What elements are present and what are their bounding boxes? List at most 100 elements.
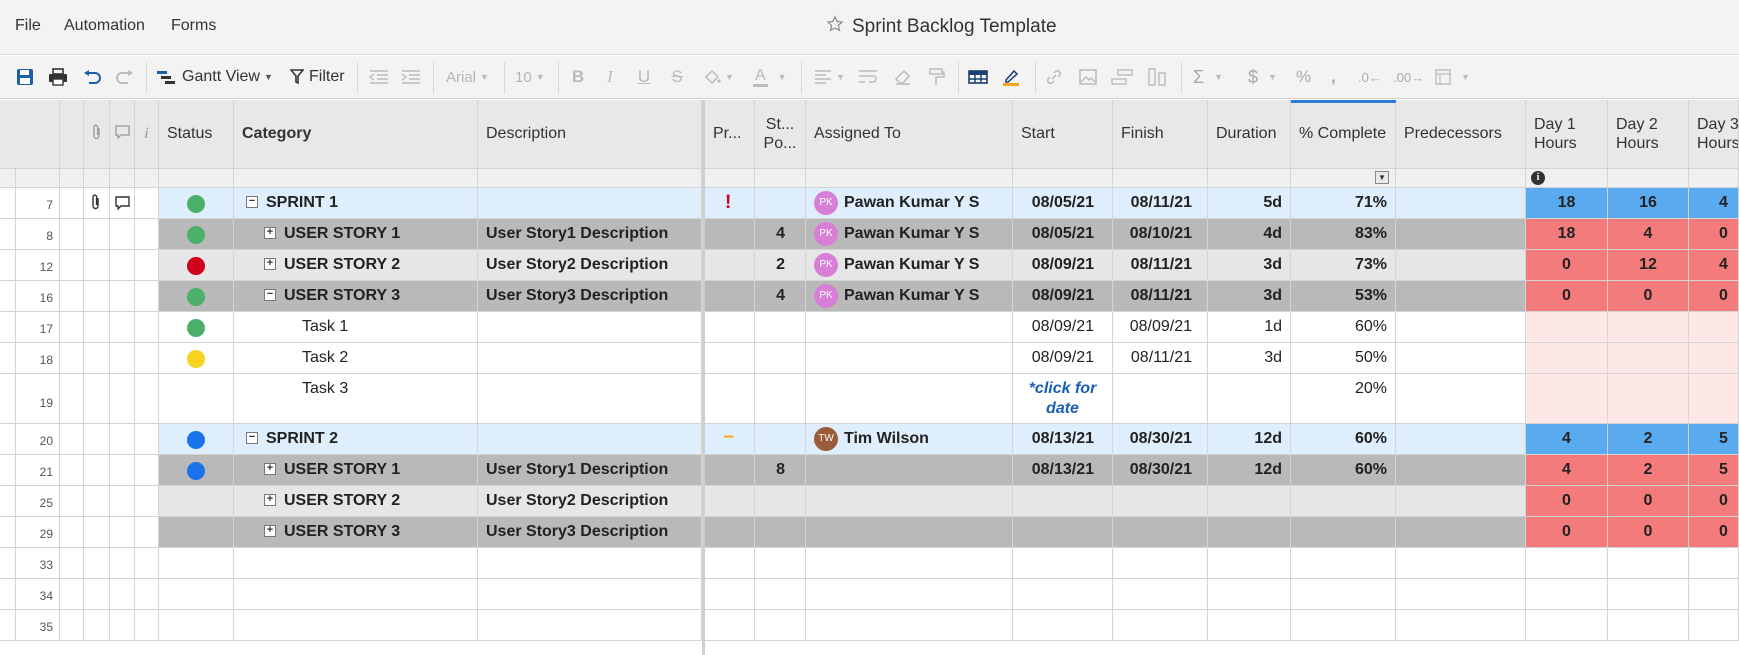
assigned-to-cell[interactable] xyxy=(806,455,1013,486)
predecessors-cell[interactable] xyxy=(1396,219,1526,250)
priority-cell[interactable] xyxy=(705,610,755,641)
attachment-cell[interactable] xyxy=(84,188,110,219)
filter-dropdown-icon[interactable]: ▼ xyxy=(1375,171,1389,184)
attachment-cell[interactable] xyxy=(84,250,110,281)
day2-hours-cell[interactable] xyxy=(1608,343,1689,374)
start-date-cell[interactable]: 08/09/21 xyxy=(1013,343,1113,374)
duration-cell[interactable]: 3d xyxy=(1208,250,1291,281)
day2-hours-cell[interactable]: 0 xyxy=(1608,281,1689,312)
predecessors-cell[interactable] xyxy=(1396,312,1526,343)
row-drag-handle[interactable] xyxy=(0,579,16,610)
predecessors-cell[interactable] xyxy=(1396,188,1526,219)
gantt-view-button[interactable]: Gantt View ▼ xyxy=(156,66,273,88)
filter-cell[interactable]: i xyxy=(1526,169,1608,188)
predecessors-cell[interactable] xyxy=(1396,374,1526,424)
collapse-icon[interactable]: − xyxy=(246,196,258,208)
duration-cell[interactable] xyxy=(1208,579,1291,610)
percent-complete-cell[interactable]: 73% xyxy=(1291,250,1396,281)
status-cell[interactable] xyxy=(159,343,234,374)
day2-hours-cell[interactable]: 0 xyxy=(1608,517,1689,548)
category-cell[interactable]: − SPRINT 1 xyxy=(234,188,478,219)
status-indicator[interactable] xyxy=(187,226,205,244)
column-header-day1-hours[interactable]: Day 1 Hours xyxy=(1526,100,1608,169)
link-icon[interactable] xyxy=(1043,66,1065,88)
italic-icon[interactable]: I xyxy=(601,66,619,88)
sum-icon[interactable]: Σ ▼ xyxy=(1193,66,1223,88)
click-for-date-link-line2[interactable]: date xyxy=(1013,399,1112,419)
description-cell[interactable] xyxy=(478,424,702,455)
duration-cell[interactable] xyxy=(1208,374,1291,424)
bold-icon[interactable]: B xyxy=(569,66,587,88)
collapse-icon[interactable]: − xyxy=(246,432,258,444)
day1-hours-cell[interactable]: 18 xyxy=(1526,219,1608,250)
description-cell[interactable] xyxy=(478,343,702,374)
category-cell[interactable]: + USER STORY 1 xyxy=(234,219,478,250)
description-cell[interactable] xyxy=(478,188,702,219)
comment-cell[interactable] xyxy=(110,610,135,641)
finish-date-cell[interactable] xyxy=(1113,548,1208,579)
duration-cell[interactable] xyxy=(1208,610,1291,641)
day1-hours-cell[interactable]: 0 xyxy=(1526,517,1608,548)
row-drag-handle[interactable] xyxy=(0,610,16,641)
column-header-status[interactable]: Status xyxy=(159,100,234,169)
increase-decimal-icon[interactable]: .00→ xyxy=(1393,66,1424,88)
column-header-duration[interactable]: Duration xyxy=(1208,100,1291,169)
start-date-cell[interactable] xyxy=(1013,486,1113,517)
start-date-cell[interactable]: 08/13/21 xyxy=(1013,424,1113,455)
assigned-to-cell[interactable] xyxy=(806,486,1013,517)
story-points-cell[interactable] xyxy=(755,579,806,610)
duration-cell[interactable]: 3d xyxy=(1208,281,1291,312)
font-family-select[interactable]: Arial ▼ xyxy=(446,66,489,88)
finish-date-cell[interactable]: 08/11/21 xyxy=(1113,343,1208,374)
info-icon[interactable]: i xyxy=(1531,171,1545,185)
insert-col-icon[interactable] xyxy=(1146,66,1168,88)
filter-cell[interactable] xyxy=(60,169,84,188)
description-cell[interactable]: User Story1 Description xyxy=(478,455,702,486)
percent-complete-cell[interactable]: 60% xyxy=(1291,424,1396,455)
row-drag-handle[interactable] xyxy=(0,312,16,343)
status-cell[interactable] xyxy=(159,455,234,486)
comment-cell[interactable] xyxy=(110,455,135,486)
column-header-day3-hours[interactable]: Day 3 Hours xyxy=(1689,100,1739,169)
expand-icon[interactable]: + xyxy=(264,525,276,537)
day1-hours-cell[interactable] xyxy=(1526,610,1608,641)
status-cell[interactable] xyxy=(159,374,234,424)
attachment-cell[interactable] xyxy=(84,281,110,312)
format-painter-icon[interactable] xyxy=(925,66,947,88)
filter-cell[interactable] xyxy=(705,169,755,188)
day1-hours-cell[interactable] xyxy=(1526,548,1608,579)
comment-cell[interactable] xyxy=(110,374,135,424)
filter-cell[interactable]: ▼ xyxy=(1291,169,1396,188)
finish-date-cell[interactable] xyxy=(1113,579,1208,610)
filter-cell[interactable] xyxy=(0,169,16,188)
day2-hours-cell[interactable] xyxy=(1608,579,1689,610)
comment-cell[interactable] xyxy=(110,312,135,343)
assigned-to-cell[interactable] xyxy=(806,548,1013,579)
start-date-cell[interactable]: 08/09/21 xyxy=(1013,250,1113,281)
day1-hours-cell[interactable]: 4 xyxy=(1526,424,1608,455)
start-date-cell[interactable]: 08/05/21 xyxy=(1013,219,1113,250)
day2-hours-cell[interactable]: 2 xyxy=(1608,424,1689,455)
start-date-cell[interactable]: 08/05/21 xyxy=(1013,188,1113,219)
status-indicator[interactable] xyxy=(187,350,205,368)
story-points-cell[interactable] xyxy=(755,343,806,374)
story-points-cell[interactable] xyxy=(755,312,806,343)
category-cell[interactable]: − SPRINT 2 xyxy=(234,424,478,455)
day1-hours-cell[interactable] xyxy=(1526,374,1608,424)
description-cell[interactable]: User Story2 Description xyxy=(478,250,702,281)
predecessors-cell[interactable] xyxy=(1396,579,1526,610)
filter-cell[interactable] xyxy=(159,169,234,188)
finish-date-cell[interactable] xyxy=(1113,517,1208,548)
status-cell[interactable] xyxy=(159,312,234,343)
column-header-story-points[interactable]: St... Po... xyxy=(755,100,806,169)
attachment-cell[interactable] xyxy=(84,548,110,579)
category-cell[interactable]: Task 2 xyxy=(234,343,478,374)
duration-cell[interactable]: 12d xyxy=(1208,455,1291,486)
attachment-cell[interactable] xyxy=(84,343,110,374)
status-cell[interactable] xyxy=(159,579,234,610)
priority-cell[interactable] xyxy=(705,548,755,579)
duration-cell[interactable]: 3d xyxy=(1208,343,1291,374)
day3-hours-cell[interactable] xyxy=(1689,343,1739,374)
expand-icon[interactable]: + xyxy=(264,227,276,239)
status-indicator[interactable] xyxy=(187,195,205,213)
